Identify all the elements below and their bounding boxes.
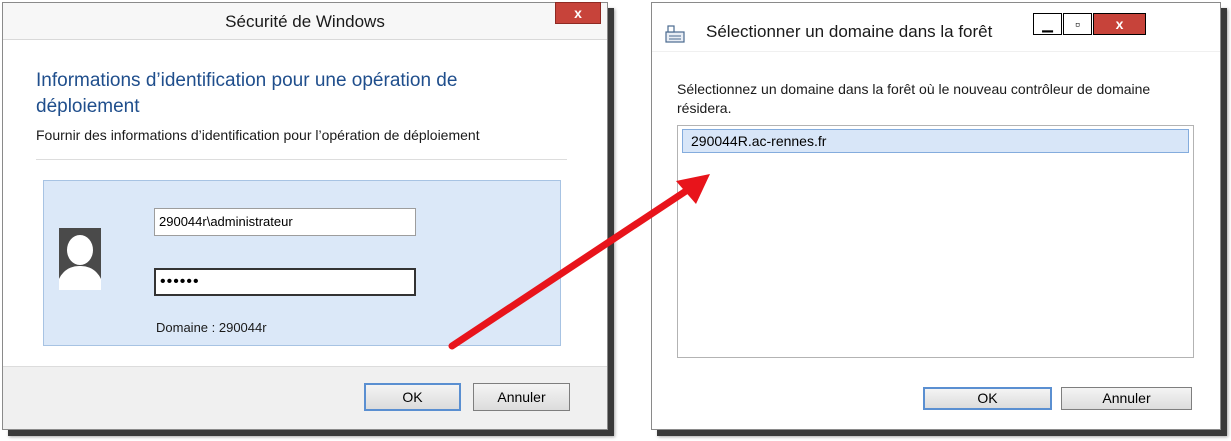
password-input[interactable]: •••••• — [154, 268, 416, 296]
dialog-heading: Informations d’identification pour une o… — [36, 70, 458, 117]
window-title: Sécurité de Windows — [225, 12, 385, 31]
title-bar[interactable]: Sécurité de Windows x — [3, 2, 607, 40]
username-input[interactable]: 290044r\administrateur — [154, 208, 416, 236]
close-icon: x — [1115, 16, 1124, 32]
dialog-description: Sélectionnez un domaine dans la forêt où… — [677, 81, 1151, 116]
list-item[interactable]: 290044R.ac-rennes.fr — [682, 129, 1189, 153]
ok-button[interactable]: OK — [923, 387, 1052, 410]
cancel-button[interactable]: Annuler — [1061, 387, 1192, 410]
app-icon — [665, 25, 685, 43]
maximize-button[interactable]: ▫ — [1063, 13, 1092, 35]
minimize-button[interactable]: ▁ — [1033, 13, 1062, 35]
cancel-button[interactable]: Annuler — [473, 383, 570, 411]
close-icon: x — [574, 5, 582, 21]
dialog-content: Sélectionnez un domaine dans la forêt où… — [652, 52, 1220, 429]
domain-list[interactable]: 290044R.ac-rennes.fr — [677, 125, 1194, 358]
ok-button[interactable]: OK — [364, 383, 461, 411]
dialog-content: Informations d’identification pour une o… — [3, 40, 607, 366]
credentials-dialog: Sécurité de Windows x Informations d’ide… — [2, 2, 608, 430]
divider — [36, 159, 567, 160]
close-button[interactable]: x — [555, 2, 601, 24]
domain-label: Domaine : 290044r — [156, 320, 267, 335]
maximize-icon: ▫ — [1075, 16, 1080, 32]
user-avatar-icon — [59, 228, 101, 290]
dialog-subheading: Fournir des informations d’identificatio… — [36, 127, 480, 143]
window-title: Sélectionner un domaine dans la forêt — [706, 22, 993, 41]
credential-tile[interactable]: 290044r\administrateur •••••• Domaine : … — [43, 180, 561, 346]
title-bar[interactable]: Sélectionner un domaine dans la forêt ▁ … — [652, 3, 1220, 51]
select-domain-dialog: Sélectionner un domaine dans la forêt ▁ … — [651, 2, 1221, 430]
close-button[interactable]: x — [1093, 13, 1146, 35]
minimize-icon: ▁ — [1042, 16, 1053, 32]
dialog-footer: OK Annuler — [3, 366, 607, 429]
